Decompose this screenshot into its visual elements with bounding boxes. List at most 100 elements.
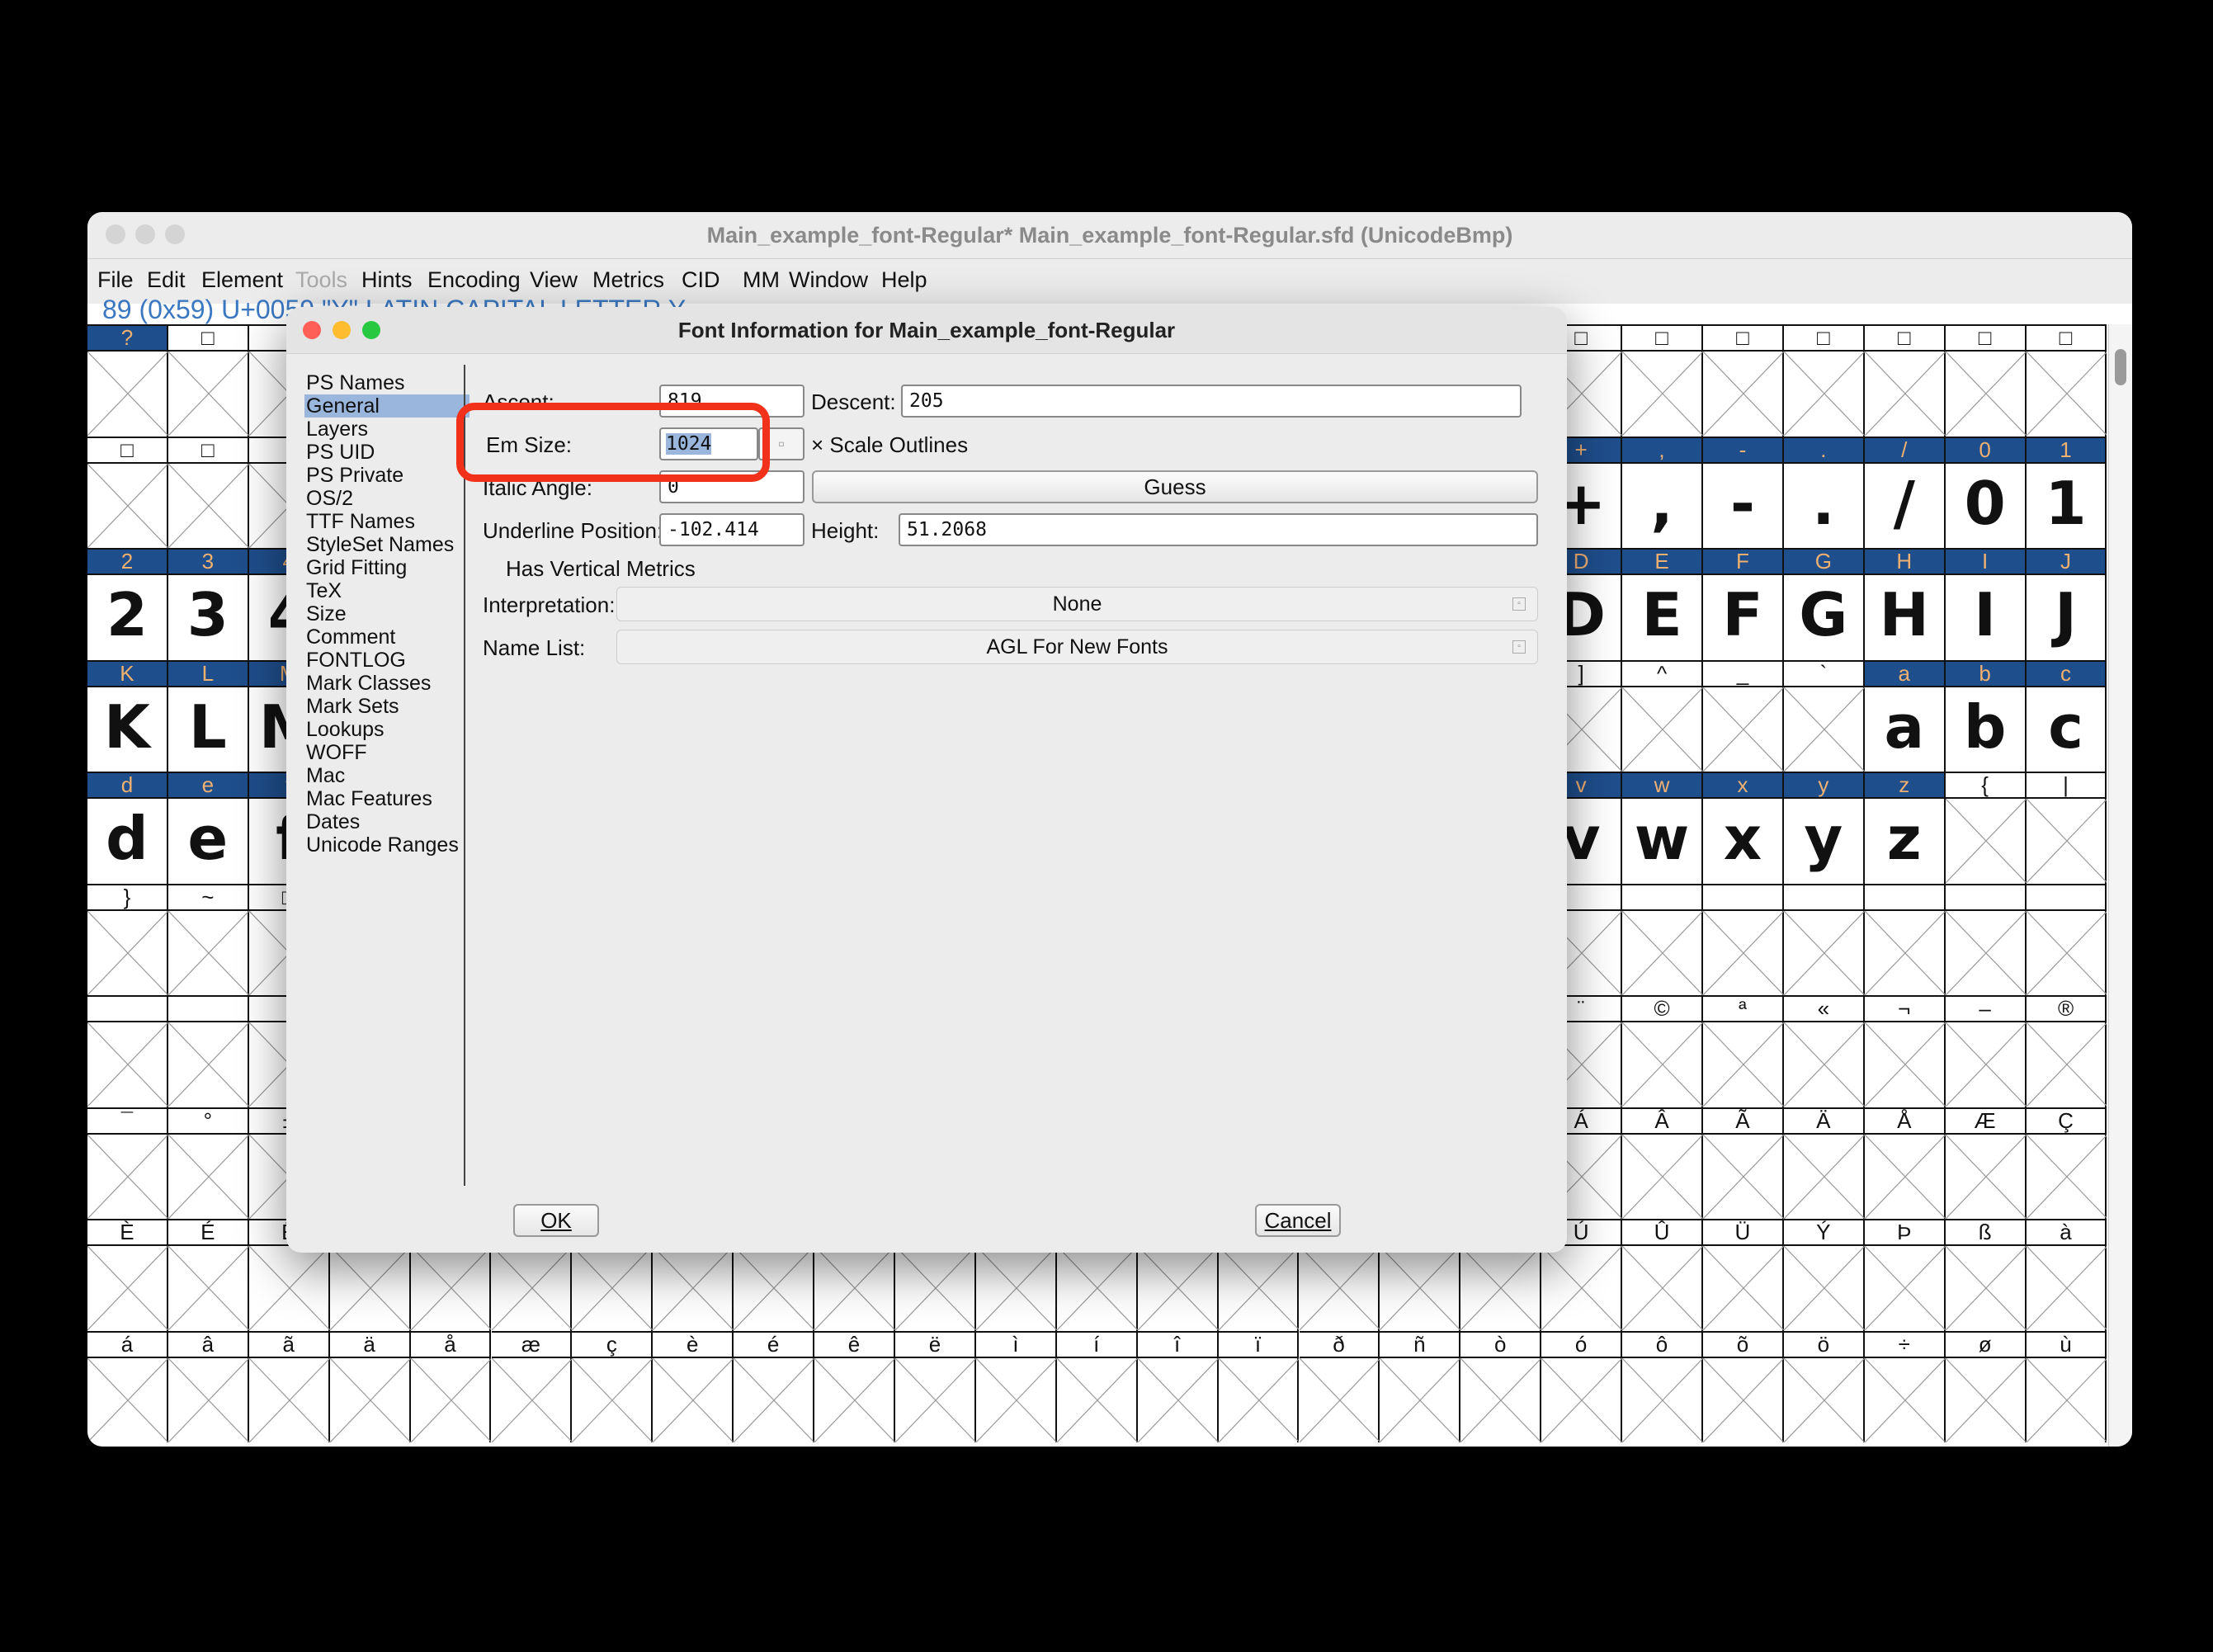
- glyph-cell[interactable]: □: [1622, 324, 1703, 437]
- glyph-cell[interactable]: GG: [1783, 548, 1865, 660]
- menu-hints[interactable]: Hints: [361, 267, 413, 293]
- glyph-cell[interactable]: ÷: [1864, 1330, 1946, 1442]
- menu-edit[interactable]: Edit: [147, 267, 186, 293]
- menu-metrics[interactable]: Metrics: [592, 267, 664, 293]
- glyph-cell[interactable]: [87, 995, 168, 1107]
- menu-tools[interactable]: Tools: [295, 267, 347, 293]
- sidebar-item-lookups[interactable]: Lookups: [304, 718, 469, 741]
- sidebar-item-mark-sets[interactable]: Mark Sets: [304, 695, 469, 718]
- interpretation-select[interactable]: None ▫: [616, 587, 1538, 621]
- glyph-cell[interactable]: aa: [1864, 659, 1946, 772]
- glyph-cell[interactable]: 33: [168, 548, 249, 660]
- glyph-cell[interactable]: á: [87, 1330, 168, 1442]
- menu-view[interactable]: View: [530, 267, 578, 293]
- glyph-cell[interactable]: II: [1945, 548, 2027, 660]
- glyph-cell[interactable]: ..: [1783, 436, 1865, 548]
- glyph-cell[interactable]: □: [2026, 324, 2107, 437]
- glyph-cell[interactable]: 22: [87, 548, 168, 660]
- glyph-cell[interactable]: Ã: [1703, 1107, 1784, 1219]
- glyph-cell[interactable]: í: [1056, 1330, 1138, 1442]
- sidebar-item-ttf-names[interactable]: TTF Names: [304, 510, 469, 533]
- glyph-cell[interactable]: ~: [168, 883, 249, 995]
- glyph-cell[interactable]: □: [168, 324, 249, 437]
- sidebar-item-mark-classes[interactable]: Mark Classes: [304, 672, 469, 695]
- glyph-cell[interactable]: ø: [1945, 1330, 2027, 1442]
- menu-encoding[interactable]: Encoding: [427, 267, 521, 293]
- sidebar-item-woff[interactable]: WOFF: [304, 741, 469, 764]
- glyph-cell[interactable]: ð: [1299, 1330, 1380, 1442]
- glyph-cell[interactable]: ó: [1541, 1330, 1623, 1442]
- glyph-cell[interactable]: ©: [1622, 995, 1703, 1107]
- glyph-cell[interactable]: yy: [1783, 772, 1865, 884]
- vertical-scrollbar[interactable]: [2108, 324, 2132, 1447]
- glyph-cell[interactable]: –: [1945, 995, 2027, 1107]
- glyph-cell[interactable]: {: [1945, 772, 2027, 884]
- glyph-cell[interactable]: □: [1783, 324, 1865, 437]
- glyph-cell[interactable]: Û: [1622, 1219, 1703, 1331]
- glyph-cell[interactable]: Æ: [1945, 1107, 2027, 1219]
- glyph-cell[interactable]: bb: [1945, 659, 2027, 772]
- glyph-cell[interactable]: HH: [1864, 548, 1946, 660]
- menu-cid[interactable]: CID: [682, 267, 720, 293]
- glyph-cell[interactable]: ù: [2026, 1330, 2107, 1442]
- glyph-cell[interactable]: JJ: [2026, 548, 2107, 660]
- glyph-cell[interactable]: □: [168, 436, 249, 548]
- glyph-cell[interactable]: ª: [1703, 995, 1784, 1107]
- has-vertical-metrics-checkbox[interactable]: Has Vertical Metrics: [506, 556, 696, 582]
- sidebar-item-styleset-names[interactable]: StyleSet Names: [304, 533, 469, 556]
- glyph-cell[interactable]: ô: [1622, 1330, 1703, 1442]
- glyph-cell[interactable]: é: [734, 1330, 815, 1442]
- glyph-cell[interactable]: --: [1703, 436, 1784, 548]
- glyph-cell[interactable]: î: [1137, 1330, 1219, 1442]
- menu-element[interactable]: Element: [201, 267, 283, 293]
- glyph-cell[interactable]: Þ: [1864, 1219, 1946, 1331]
- name-list-select[interactable]: AGL For New Fonts ▫: [616, 630, 1538, 664]
- glyph-cell[interactable]: õ: [1703, 1330, 1784, 1442]
- glyph-cell[interactable]: [1945, 883, 2027, 995]
- glyph-cell[interactable]: cc: [2026, 659, 2107, 772]
- sidebar-item-unicode-ranges[interactable]: Unicode Ranges: [304, 833, 469, 857]
- glyph-cell[interactable]: ç: [572, 1330, 654, 1442]
- scale-outlines-checkbox[interactable]: × Scale Outlines: [811, 432, 968, 458]
- glyph-cell[interactable]: `: [1783, 659, 1865, 772]
- glyph-cell[interactable]: Å: [1864, 1107, 1946, 1219]
- glyph-cell[interactable]: ë: [895, 1330, 976, 1442]
- sidebar-item-fontlog[interactable]: FONTLOG: [304, 649, 469, 672]
- glyph-cell[interactable]: [168, 995, 249, 1107]
- glyph-cell[interactable]: |: [2026, 772, 2107, 884]
- glyph-cell[interactable]: ö: [1783, 1330, 1865, 1442]
- glyph-cell[interactable]: [2026, 883, 2107, 995]
- sidebar-item-ps-names[interactable]: PS Names: [304, 371, 469, 394]
- descent-field[interactable]: 205: [901, 385, 1522, 418]
- glyph-cell[interactable]: æ: [491, 1330, 573, 1442]
- sidebar-item-layers[interactable]: Layers: [304, 418, 469, 441]
- glyph-cell[interactable]: LL: [168, 659, 249, 772]
- sidebar-item-general[interactable]: General: [304, 394, 469, 418]
- glyph-cell[interactable]: dd: [87, 772, 168, 884]
- glyph-cell[interactable]: Â: [1622, 1107, 1703, 1219]
- glyph-cell[interactable]: ¯: [87, 1107, 168, 1219]
- sidebar-item-dates[interactable]: Dates: [304, 810, 469, 833]
- menu-window[interactable]: Window: [789, 267, 868, 293]
- glyph-cell[interactable]: ^: [1622, 659, 1703, 772]
- menu-mm[interactable]: MM: [743, 267, 780, 293]
- glyph-cell[interactable]: â: [168, 1330, 249, 1442]
- glyph-cell[interactable]: [1864, 883, 1946, 995]
- glyph-cell[interactable]: □: [1945, 324, 2027, 437]
- glyph-cell[interactable]: _: [1703, 659, 1784, 772]
- glyph-cell[interactable]: }: [87, 883, 168, 995]
- glyph-cell[interactable]: □: [87, 436, 168, 548]
- sidebar-item-mac[interactable]: Mac: [304, 764, 469, 787]
- sidebar-item-os-2[interactable]: OS/2: [304, 487, 469, 510]
- glyph-cell[interactable]: à: [2026, 1219, 2107, 1331]
- glyph-cell[interactable]: 11: [2026, 436, 2107, 548]
- glyph-cell[interactable]: ê: [814, 1330, 895, 1442]
- glyph-cell[interactable]: Ä: [1783, 1107, 1865, 1219]
- sidebar-item-grid-fitting[interactable]: Grid Fitting: [304, 556, 469, 579]
- sidebar-item-ps-private[interactable]: PS Private: [304, 464, 469, 487]
- glyph-cell[interactable]: [1783, 883, 1865, 995]
- sidebar-item-comment[interactable]: Comment: [304, 625, 469, 649]
- glyph-cell[interactable]: ß: [1945, 1219, 2027, 1331]
- glyph-cell[interactable]: ã: [248, 1330, 330, 1442]
- glyph-cell[interactable]: Ü: [1703, 1219, 1784, 1331]
